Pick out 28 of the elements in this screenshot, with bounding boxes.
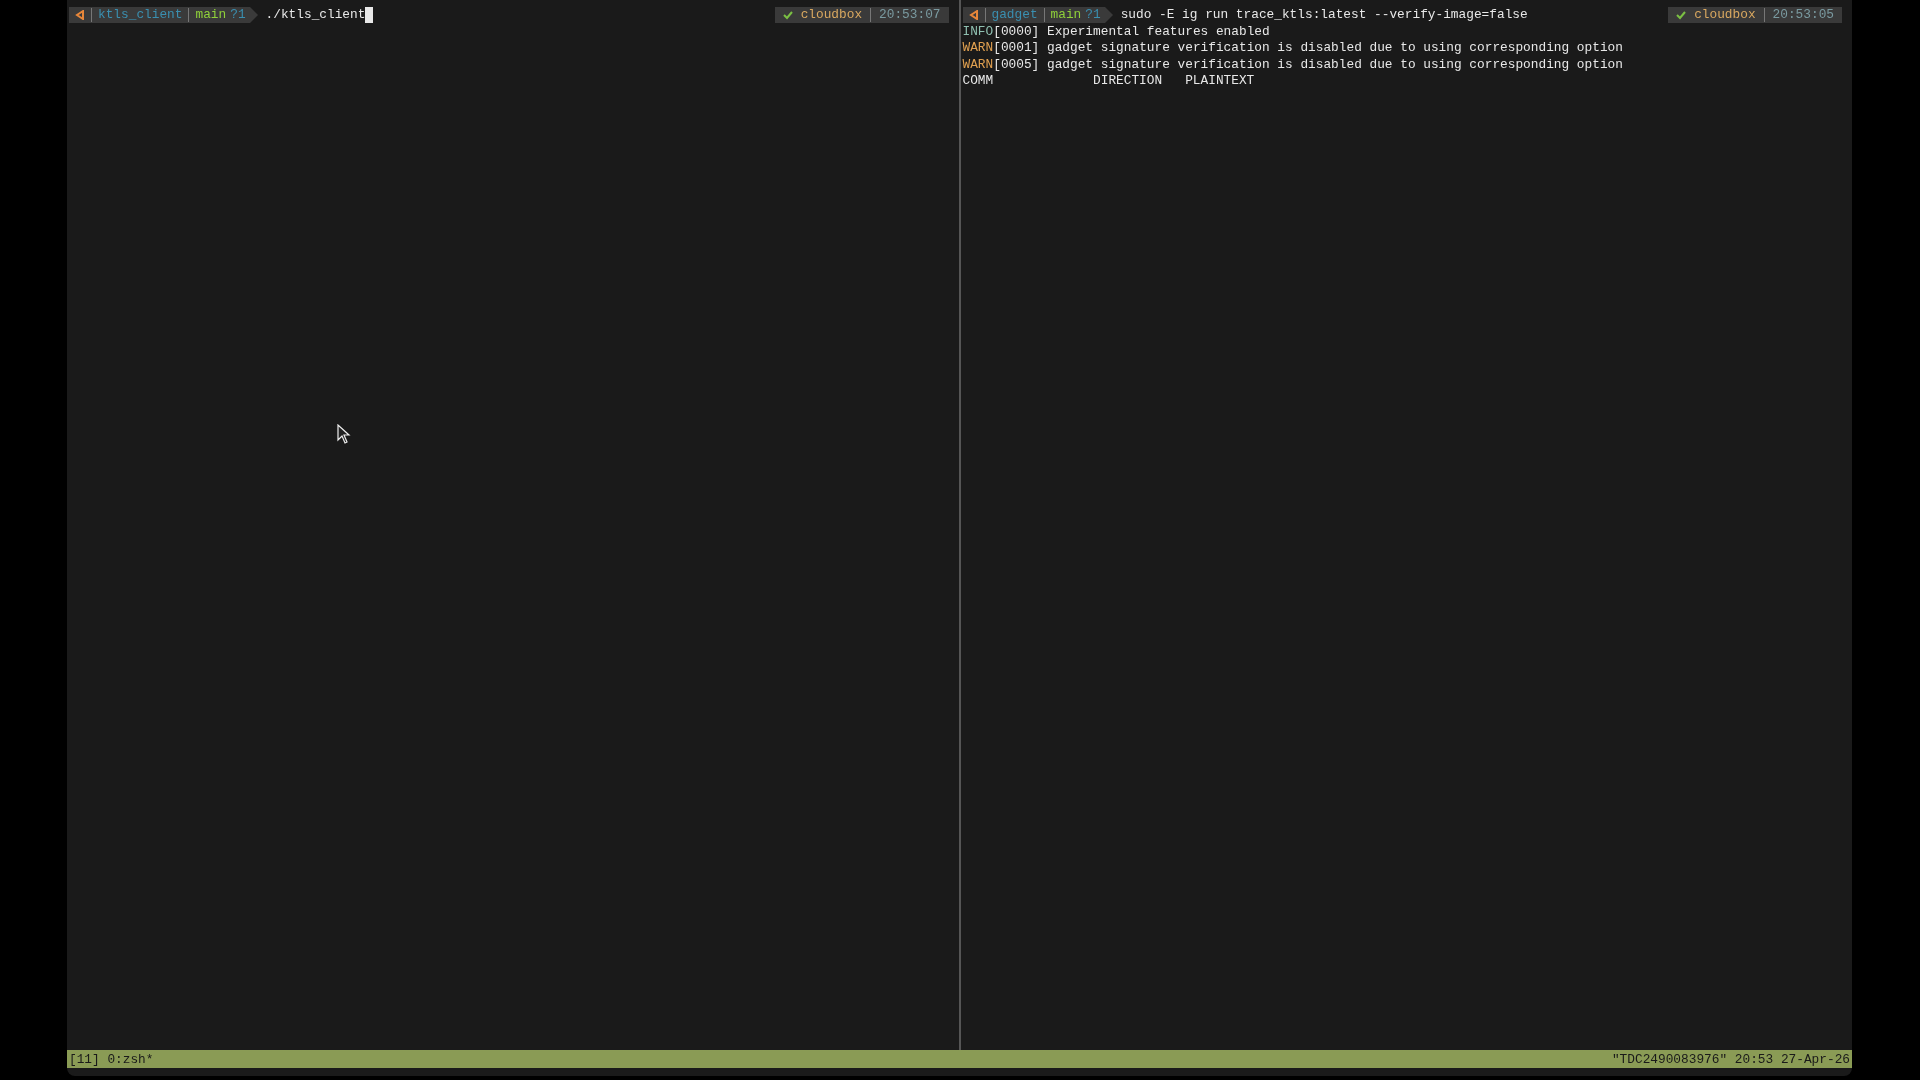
- prompt-time: 20:53:07: [879, 7, 941, 24]
- column-header: DIRECTION: [1093, 73, 1163, 88]
- log-level: INFO: [962, 23, 994, 40]
- hostname: cloudbox: [1694, 7, 1756, 24]
- triangle-icon: [968, 10, 979, 21]
- directory-label: ktls_client: [98, 7, 183, 24]
- check-icon: [782, 10, 793, 21]
- log-message: [0000] Experimental features enabled: [993, 23, 1270, 40]
- git-status: ?1: [230, 7, 246, 24]
- log-level: WARN: [962, 56, 994, 73]
- triangle-icon: [75, 10, 85, 21]
- command-text: ./ktls_client: [265, 7, 366, 24]
- log-level: WARN: [962, 40, 994, 57]
- log-message: [0001] gadget signature verification is disabled due to using corresponding option: [993, 40, 1623, 57]
- log-message: [0005] gadget signature verification is disabled due to using corresponding option: [993, 56, 1623, 73]
- directory-label: gadget: [991, 7, 1038, 24]
- prompt-time: 20:53:05: [1772, 7, 1834, 24]
- column-header: COMM: [962, 73, 994, 88]
- git-status: ?1: [1085, 7, 1101, 24]
- git-branch: main: [195, 7, 227, 24]
- column-header: PLAINTEXT: [1185, 73, 1255, 88]
- mouse-pointer-icon: [337, 424, 351, 444]
- check-icon: [1676, 10, 1687, 21]
- hostname: cloudbox: [800, 7, 863, 24]
- session-window: [11] 0:zsh*: [69, 1051, 154, 1067]
- git-branch: main: [1050, 7, 1082, 24]
- status-info: "TDC2490083976" 20:53 27-Apr-26: [1611, 1051, 1850, 1067]
- command-text: sudo -E ig run trace_ktls:latest --verify-image=false: [1120, 7, 1528, 24]
